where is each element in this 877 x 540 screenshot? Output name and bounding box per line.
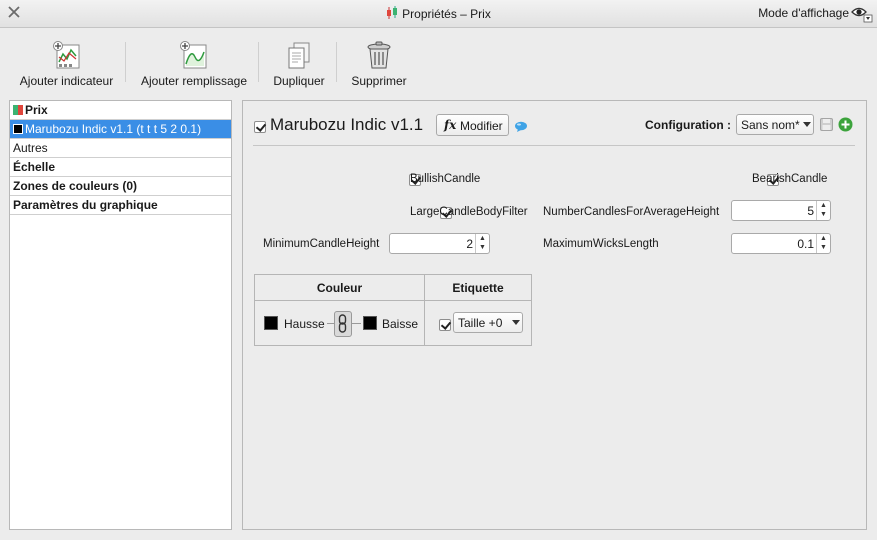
trash-icon bbox=[367, 41, 391, 69]
up-color-label: Hausse bbox=[284, 317, 325, 331]
nav-item-autres[interactable]: Autres bbox=[10, 139, 231, 158]
duplicate-icon bbox=[288, 42, 310, 69]
decrement-icon[interactable]: ▼ bbox=[476, 243, 489, 252]
header-divider bbox=[253, 145, 855, 146]
indicator-enabled-checkbox[interactable] bbox=[254, 121, 266, 133]
indicator-name: Marubozu Indic v1.1 bbox=[270, 115, 424, 134]
view-mode-label[interactable]: Mode d'affichage bbox=[758, 6, 849, 20]
decrement-icon[interactable]: ▼ bbox=[817, 243, 830, 252]
down-color-label: Baisse bbox=[382, 317, 419, 331]
price-color-icon bbox=[13, 105, 23, 115]
add-configuration-icon[interactable] bbox=[838, 117, 853, 132]
bearish-candle-label: BearishCandle bbox=[752, 173, 828, 185]
column-header-label: Etiquette bbox=[425, 275, 531, 301]
nav-item-zones-couleurs[interactable]: Zones de couleurs (0) bbox=[10, 177, 231, 196]
label-size-select[interactable]: Taille +0 bbox=[453, 312, 523, 333]
toolbar-separator bbox=[336, 42, 337, 82]
title-bar: Propriétés – Prix Mode d'affichage bbox=[0, 0, 877, 28]
large-body-filter-label: LargeCandleBodyFilter bbox=[410, 206, 528, 218]
add-fill-button[interactable]: Ajouter remplissage bbox=[139, 40, 249, 88]
max-wicks-length-value: 0.1 bbox=[797, 237, 814, 251]
chevron-down-icon bbox=[803, 122, 811, 127]
function-icon: fx bbox=[444, 118, 457, 132]
nav-item-prix[interactable]: Prix bbox=[10, 101, 231, 120]
add-indicator-icon bbox=[52, 41, 79, 69]
add-fill-icon bbox=[180, 41, 207, 69]
show-label-checkbox[interactable] bbox=[439, 319, 451, 331]
increment-icon[interactable]: ▲ bbox=[817, 234, 830, 243]
min-candle-height-label: MinimumCandleHeight bbox=[263, 238, 380, 250]
modify-button[interactable]: fx Modifier bbox=[436, 114, 509, 136]
save-icon[interactable] bbox=[820, 118, 833, 131]
indicator-settings-panel: Marubozu Indic v1.1 fx Modifier Configur… bbox=[242, 100, 867, 530]
bullish-candle-label: BullishCandle bbox=[410, 173, 481, 185]
column-header-color: Couleur bbox=[255, 275, 425, 301]
eye-dropdown-icon[interactable] bbox=[851, 4, 873, 24]
duplicate-label: Dupliquer bbox=[273, 74, 325, 88]
nav-item-marubozu[interactable]: Marubozu Indic v1.1 (t t t 5 2 0.1) bbox=[10, 120, 231, 139]
increment-icon[interactable]: ▲ bbox=[817, 201, 830, 210]
modify-label: Modifier bbox=[460, 119, 503, 133]
configuration-select[interactable]: Sans nom* bbox=[736, 114, 814, 135]
num-candles-label: NumberCandlesForAverageHeight bbox=[543, 206, 720, 218]
max-wicks-length-label: MaximumWicksLength bbox=[543, 238, 659, 250]
style-table: Couleur Etiquette Hausse Baisse Taille +… bbox=[254, 274, 532, 346]
nav-item-parametres[interactable]: Paramètres du graphique bbox=[10, 196, 231, 215]
add-indicator-label: Ajouter indicateur bbox=[19, 74, 114, 88]
delete-button[interactable]: Supprimer bbox=[348, 40, 410, 88]
label-cell: Taille +0 bbox=[425, 301, 531, 345]
add-indicator-button[interactable]: Ajouter indicateur bbox=[18, 40, 115, 88]
min-candle-height-stepper[interactable]: 2 ▲ ▼ bbox=[389, 233, 490, 254]
max-wicks-length-stepper[interactable]: 0.1 ▲ ▼ bbox=[731, 233, 831, 254]
configuration-label: Configuration : bbox=[645, 118, 731, 132]
down-color-swatch[interactable] bbox=[363, 316, 377, 330]
chain-link-icon bbox=[338, 314, 347, 333]
candlestick-icon bbox=[387, 6, 398, 19]
num-candles-stepper[interactable]: 5 ▲ ▼ bbox=[731, 200, 831, 221]
link-colors-button[interactable] bbox=[334, 311, 352, 337]
link-line bbox=[352, 323, 361, 324]
duplicate-button[interactable]: Dupliquer bbox=[270, 40, 328, 88]
nav-item-echelle[interactable]: Échelle bbox=[10, 158, 231, 177]
indicator-color-icon bbox=[13, 124, 23, 134]
min-candle-height-value: 2 bbox=[466, 237, 473, 251]
increment-icon[interactable]: ▲ bbox=[476, 234, 489, 243]
toolbar: Ajouter indicateur Ajouter remplissage D… bbox=[0, 28, 877, 98]
speech-bubble-icon[interactable] bbox=[514, 121, 528, 133]
chevron-down-icon bbox=[512, 320, 520, 325]
decrement-icon[interactable]: ▼ bbox=[817, 210, 830, 219]
delete-label: Supprimer bbox=[351, 74, 407, 88]
toolbar-separator bbox=[258, 42, 259, 82]
toolbar-separator bbox=[125, 42, 126, 82]
navigation-list: Prix Marubozu Indic v1.1 (t t t 5 2 0.1)… bbox=[9, 100, 232, 530]
add-fill-label: Ajouter remplissage bbox=[140, 74, 248, 88]
up-color-swatch[interactable] bbox=[264, 316, 278, 330]
num-candles-value: 5 bbox=[807, 204, 814, 218]
color-cell: Hausse Baisse bbox=[255, 301, 425, 345]
window-title: Propriétés – Prix bbox=[402, 7, 491, 21]
